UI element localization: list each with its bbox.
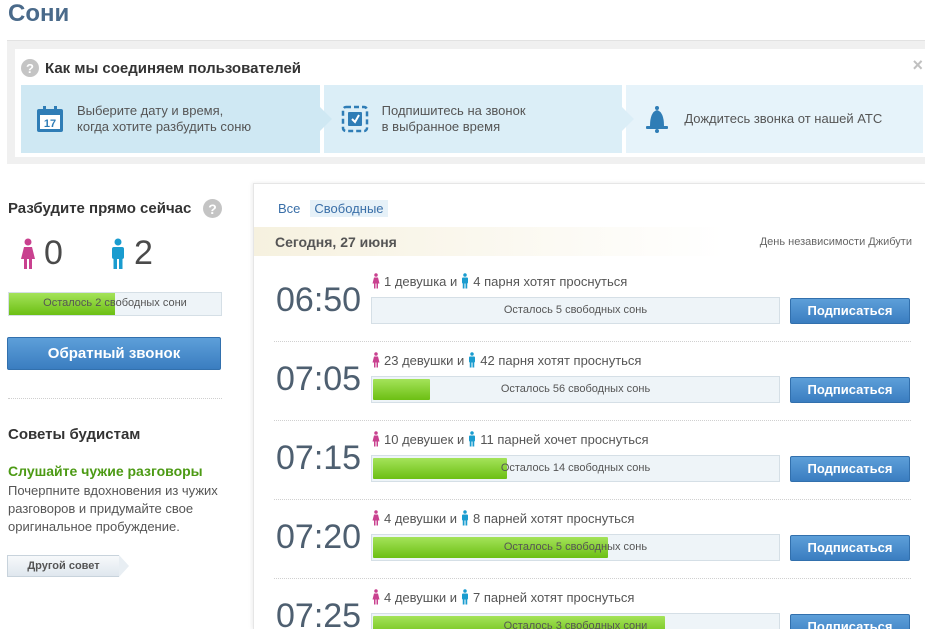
filter-tabs: Все Свободные bbox=[274, 200, 388, 217]
howto-step-2: Подпишитесь на звонок в выбранное время bbox=[323, 85, 635, 153]
female-icon bbox=[372, 273, 380, 289]
step-arrow bbox=[319, 107, 332, 131]
female-icon bbox=[372, 431, 380, 447]
howto-step-2-line1: Подпишитесь на звонок bbox=[381, 103, 526, 118]
slot-people: 4 девушки и 7 парней хотят проснуться bbox=[371, 589, 634, 605]
howto-step-1-line2: когда хотите разбудить соню bbox=[77, 119, 252, 134]
date-strip: Сегодня, 27 июня День независимости Джиб… bbox=[254, 227, 925, 256]
howto-panel: ? Как мы соединяем пользователей × 17 Вы… bbox=[7, 40, 925, 164]
male-icon bbox=[112, 238, 124, 269]
boys-counter: 2 bbox=[110, 234, 153, 273]
wake-now-title: Разбудите прямо сейчас bbox=[8, 200, 192, 217]
close-icon[interactable]: × bbox=[912, 55, 923, 76]
male-icon bbox=[462, 510, 469, 526]
slot-people: 4 девушки и 8 парней хотят проснуться bbox=[371, 510, 634, 526]
male-icon bbox=[462, 589, 469, 605]
slot-progress: Осталось 3 свободных сони bbox=[371, 613, 780, 629]
howto-step-1-text: Выберите дату и время, когда хотите разб… bbox=[77, 103, 251, 135]
subscribe-button[interactable]: Подписаться bbox=[790, 535, 910, 561]
male-icon bbox=[469, 352, 476, 368]
slot-girls: 23 девушки и bbox=[384, 352, 465, 368]
slot-girls: 10 девушек и bbox=[384, 431, 465, 447]
progress-text: Осталось 3 свободных сони bbox=[503, 620, 648, 629]
slot-progress: Осталось 56 свободных сонь bbox=[371, 376, 780, 403]
free-slots-progress: Осталось 2 свободных сони bbox=[8, 292, 222, 316]
subscribe-button[interactable]: Подписаться bbox=[790, 298, 910, 324]
slot-time: 06:50 bbox=[276, 281, 362, 319]
progress-text: Осталось 2 свободных сони bbox=[43, 297, 187, 309]
male-icon bbox=[462, 273, 469, 289]
subscribe-button[interactable]: Подписаться bbox=[790, 456, 910, 482]
slot-progress: Осталось 5 свободных сонь bbox=[371, 534, 780, 561]
howto-step-2-text: Подпишитесь на звонок в выбранное время bbox=[382, 103, 526, 135]
time-slot: 06:50 1 девушка и 4 парня хотят проснуться… bbox=[274, 263, 911, 342]
progress-text: Осталось 56 свободных сонь bbox=[500, 383, 651, 395]
howto-step-3-text: Дождитесь звонка от нашей АТС bbox=[684, 111, 882, 127]
time-slot: 07:05 23 девушки и 42 парня хотят проснуть… bbox=[274, 342, 911, 421]
slot-progress: Осталось 14 свободных сонь bbox=[371, 455, 780, 482]
slot-girls: 4 девушки и bbox=[384, 510, 458, 526]
slot-time: 07:05 bbox=[276, 360, 362, 398]
filter-all[interactable]: Все bbox=[274, 200, 304, 217]
bell-icon bbox=[646, 106, 669, 133]
slot-girls: 4 девушки и bbox=[384, 589, 458, 605]
subscribe-icon bbox=[341, 105, 368, 133]
girls-counter: 0 bbox=[20, 234, 63, 273]
date-label: Сегодня, 27 июня bbox=[275, 234, 397, 250]
slot-progress: Осталось 5 свободных сонь bbox=[371, 297, 780, 324]
progress-text: Осталось 5 свободных сонь bbox=[503, 541, 648, 553]
slot-boys: 11 парней хочет проснуться bbox=[480, 431, 649, 447]
help-icon: ? bbox=[21, 59, 39, 77]
slot-people: 23 девушки и 42 парня хотят проснуться bbox=[371, 352, 641, 368]
slot-time: 07:25 bbox=[276, 597, 362, 629]
tips-title: Советы будистам bbox=[8, 426, 141, 443]
subscribe-button[interactable]: Подписаться bbox=[790, 377, 910, 403]
callback-button[interactable]: Обратный звонок bbox=[7, 337, 221, 370]
girls-count: 0 bbox=[44, 234, 63, 272]
slot-boys: 8 парней хотят проснуться bbox=[473, 510, 635, 526]
progress-text: Осталось 14 свободных сонь bbox=[500, 462, 651, 474]
time-slot: 07:25 4 девушки и 7 парней хотят проснутьс… bbox=[274, 579, 911, 629]
boys-count: 2 bbox=[134, 234, 153, 272]
slot-time: 07:20 bbox=[276, 518, 362, 556]
step-arrow bbox=[622, 107, 635, 131]
slot-time: 07:15 bbox=[276, 439, 362, 477]
howto-step-2-line2: в выбранное время bbox=[381, 119, 501, 134]
calendar-icon: 17 bbox=[37, 106, 63, 132]
howto-inner: ? Как мы соединяем пользователей × 17 Вы… bbox=[15, 49, 925, 157]
tip-title: Слушайте чужие разговоры bbox=[8, 463, 203, 479]
help-icon[interactable]: ? bbox=[203, 199, 222, 218]
subscribe-button[interactable]: Подписаться bbox=[790, 614, 910, 629]
female-icon bbox=[21, 238, 35, 269]
slot-girls: 1 девушка и bbox=[384, 273, 458, 289]
howto-steps: 17 Выберите дату и время, когда хотите р… bbox=[21, 85, 923, 153]
female-icon bbox=[372, 510, 380, 526]
slot-boys: 42 парня хотят проснуться bbox=[480, 352, 642, 368]
time-slot: 07:20 4 девушки и 8 парней хотят проснутьс… bbox=[274, 500, 911, 579]
female-icon bbox=[372, 589, 380, 605]
time-slot: 07:15 10 девушек и 11 парней хочет проснут… bbox=[274, 421, 911, 500]
other-tip-button[interactable]: Другой совет bbox=[7, 555, 129, 577]
slot-people: 10 девушек и 11 парней хочет проснуться bbox=[371, 431, 649, 447]
howto-step-3: Дождитесь звонка от нашей АТС bbox=[626, 85, 923, 153]
male-icon bbox=[469, 431, 476, 447]
divider bbox=[8, 398, 222, 399]
holiday-label: День независимости Джибути bbox=[759, 236, 912, 248]
filter-free[interactable]: Свободные bbox=[310, 200, 388, 217]
tip-text: Почерпните вдохновения из чужих разговор… bbox=[8, 483, 218, 534]
slot-boys: 7 парней хотят проснуться bbox=[473, 589, 635, 605]
calendar-day: 17 bbox=[44, 118, 56, 130]
schedule-panel: Все Свободные Сегодня, 27 июня День неза… bbox=[253, 183, 925, 629]
page-title: Сони bbox=[8, 0, 70, 27]
howto-step-1: 17 Выберите дату и время, когда хотите р… bbox=[21, 85, 332, 153]
female-icon bbox=[372, 352, 380, 368]
howto-step-1-line1: Выберите дату и время, bbox=[77, 103, 224, 118]
slot-people: 1 девушка и 4 парня хотят проснуться bbox=[371, 273, 627, 289]
howto-title: Как мы соединяем пользователей bbox=[45, 59, 302, 77]
slot-boys: 4 парня хотят проснуться bbox=[473, 273, 628, 289]
howto-header: ? Как мы соединяем пользователей bbox=[21, 59, 301, 77]
progress-text: Осталось 5 свободных сонь bbox=[503, 304, 648, 316]
howto-step-3-line1: Дождитесь звонка от нашей АТС bbox=[684, 111, 883, 126]
